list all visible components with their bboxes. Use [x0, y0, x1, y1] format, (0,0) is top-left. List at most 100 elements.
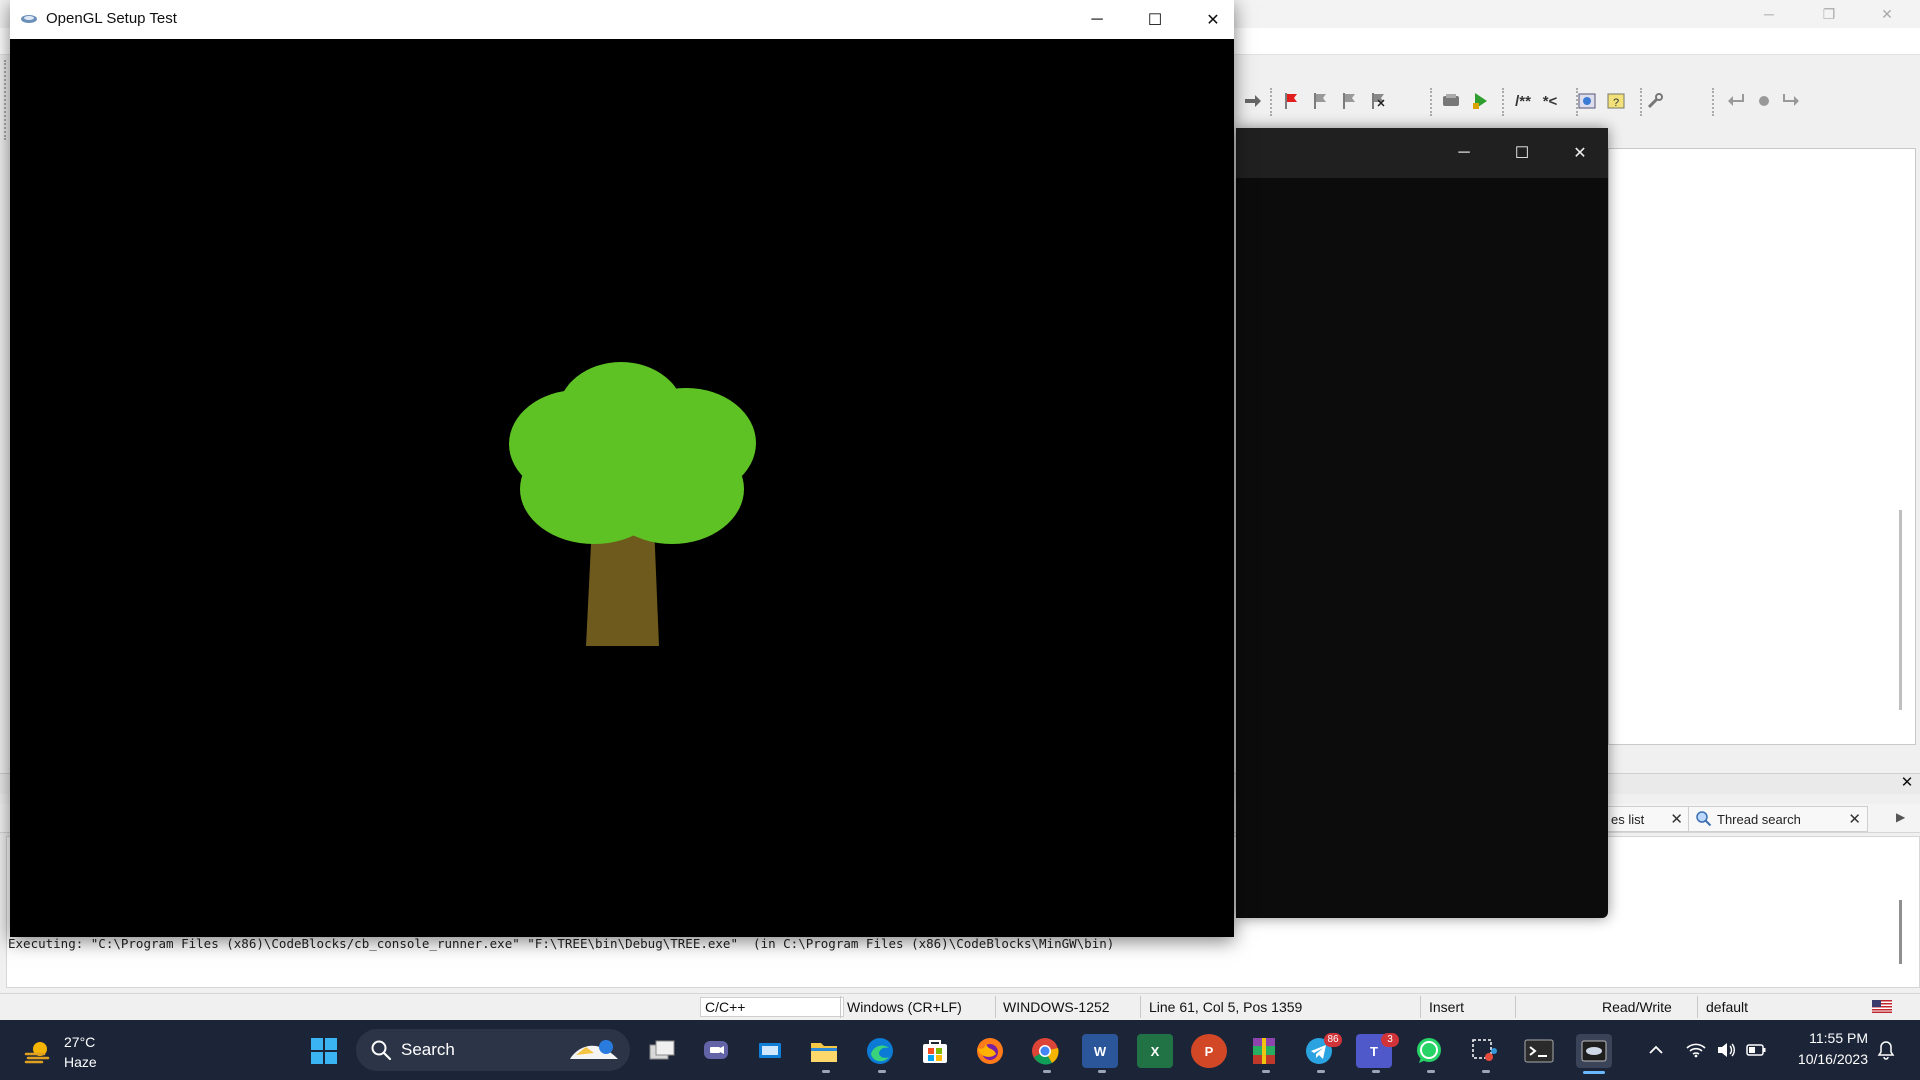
running-indicator [1482, 1070, 1490, 1073]
clock-time[interactable]: 11:55 PM [1790, 1030, 1868, 1046]
console-minimize-button[interactable]: ─ [1441, 138, 1487, 168]
snipping-tool-icon[interactable] [1466, 1034, 1502, 1068]
status-separator [1420, 996, 1421, 1018]
chrome-icon[interactable] [1027, 1034, 1063, 1068]
log-tab-label: es list [1611, 811, 1645, 827]
run-icon[interactable] [1468, 88, 1494, 114]
bookmark-clear-icon[interactable] [1365, 88, 1391, 114]
winrar-icon[interactable] [1246, 1034, 1282, 1068]
settings-wrench-icon[interactable] [1642, 88, 1668, 114]
microsoft-store-icon[interactable] [917, 1034, 953, 1068]
editor-scrollbar[interactable] [1899, 510, 1902, 710]
window-title: OpenGL Setup Test [46, 10, 177, 27]
status-language: C/C++ [700, 997, 844, 1017]
opengl-titlebar[interactable]: OpenGL Setup Test ─ ☐ ✕ [10, 0, 1234, 39]
windows-start-icon[interactable] [306, 1034, 342, 1068]
opengl-canvas [10, 39, 1234, 937]
bookmark-next-icon[interactable] [1336, 88, 1362, 114]
whatsapp-icon[interactable] [1411, 1034, 1447, 1068]
code-editor[interactable] [1608, 148, 1916, 745]
build-log-exec-line: Executing: "C:\Program Files (x86)\CodeB… [8, 936, 1115, 951]
opengl-minimize-button[interactable]: ─ [1069, 0, 1125, 39]
console-close-button[interactable]: ✕ [1557, 138, 1603, 168]
opengl-window[interactable]: OpenGL Setup Test ─ ☐ ✕ [10, 0, 1234, 937]
us-flag-icon [1872, 1000, 1892, 1013]
html-doc-icon[interactable] [1574, 88, 1600, 114]
opengl-maximize-button[interactable]: ☐ [1127, 0, 1183, 39]
status-cursor-position: Line 61, Col 5, Pos 1359 [1149, 999, 1303, 1015]
status-separator [840, 996, 841, 1018]
windows-taskbar [0, 1020, 1920, 1080]
taskbar-search-box[interactable]: Search [356, 1029, 630, 1071]
toolbar-grip[interactable] [1270, 88, 1275, 116]
running-indicator [1317, 1070, 1325, 1073]
toolbar-grip[interactable] [1502, 88, 1507, 116]
flag-icon[interactable] [1278, 88, 1304, 114]
terminal-icon[interactable] [1521, 1034, 1557, 1068]
tab-scroll-right-icon[interactable]: ▶ [1896, 810, 1905, 824]
status-separator [1140, 996, 1141, 1018]
doxygen-comment-icon[interactable]: /** [1508, 88, 1538, 114]
excel-icon[interactable]: X [1137, 1034, 1173, 1068]
running-indicator [1372, 1070, 1380, 1073]
nav-forward-icon[interactable] [1779, 88, 1805, 114]
log-tab-thread-search[interactable]: Thread search ✕ [1688, 806, 1868, 832]
status-encoding: WINDOWS-1252 [1003, 999, 1110, 1015]
task-view-icon[interactable] [644, 1034, 680, 1068]
close-icon[interactable]: ✕ [1670, 810, 1683, 828]
ide-close-button[interactable]: ✕ [1858, 0, 1916, 28]
clock-date[interactable]: 10/16/2023 [1782, 1051, 1868, 1067]
search-icon [370, 1039, 392, 1061]
running-indicator [1043, 1070, 1051, 1073]
edge-browser-icon[interactable] [862, 1034, 898, 1068]
console-maximize-button[interactable]: ☐ [1499, 138, 1545, 168]
toolbar-grip[interactable] [1712, 88, 1717, 116]
status-insert-mode: Insert [1429, 999, 1465, 1015]
log-scrollbar[interactable] [1899, 900, 1902, 964]
help-doc-icon[interactable]: ? [1603, 88, 1629, 114]
build-icon[interactable] [1438, 88, 1464, 114]
ide-minimize-button[interactable]: ─ [1740, 0, 1798, 28]
search-label: Search [401, 1040, 455, 1059]
chevron-up-icon[interactable] [1646, 1040, 1666, 1060]
word-icon[interactable]: W [1082, 1034, 1118, 1068]
powerpoint-icon[interactable]: P [1191, 1034, 1227, 1068]
weather-widget[interactable]: 27°C Haze [24, 1032, 114, 1072]
log-tab-files-list[interactable]: es list ✕ [1606, 806, 1690, 832]
status-line-endings: Windows (CR+LF) [847, 999, 962, 1015]
status-separator [995, 996, 996, 1018]
remote-desktop-icon[interactable] [752, 1034, 788, 1068]
app-icon [20, 12, 37, 26]
arrow-right-icon[interactable] [1240, 88, 1266, 114]
console-window[interactable]: ─ ☐ ✕ [1236, 128, 1608, 918]
teams-chat-icon[interactable] [698, 1034, 734, 1068]
bookmark-prev-icon[interactable] [1307, 88, 1333, 114]
notification-bell-icon[interactable] [1876, 1040, 1896, 1060]
opengl-close-button[interactable]: ✕ [1185, 0, 1241, 39]
active-app-indicator [1583, 1071, 1605, 1074]
weather-temperature: 27°C [64, 1034, 96, 1050]
running-indicator [1262, 1070, 1270, 1073]
console-titlebar[interactable]: ─ ☐ ✕ [1236, 128, 1608, 178]
nav-dot-icon[interactable] [1751, 88, 1777, 114]
status-profile: default [1706, 999, 1749, 1015]
nav-back-icon[interactable] [1722, 88, 1748, 114]
status-separator [1697, 996, 1698, 1018]
logs-close-icon[interactable]: ✕ [1898, 775, 1916, 791]
telegram-unread-badge: 86 [1324, 1033, 1342, 1047]
battery-icon[interactable] [1746, 1040, 1766, 1060]
firefox-icon[interactable] [972, 1034, 1008, 1068]
wifi-icon[interactable] [1686, 1040, 1706, 1060]
status-read-write: Read/Write [1602, 999, 1672, 1015]
file-explorer-icon[interactable] [806, 1034, 842, 1068]
close-icon[interactable]: ✕ [1848, 810, 1861, 828]
toolbar-grip[interactable] [1430, 88, 1435, 116]
ide-restore-button[interactable]: ❐ [1800, 0, 1858, 28]
running-indicator [1098, 1070, 1106, 1073]
haze-weather-icon [24, 1038, 54, 1066]
volume-icon[interactable] [1716, 1040, 1736, 1060]
doxygen-inline-icon[interactable]: *< [1537, 88, 1563, 114]
running-indicator [822, 1070, 830, 1073]
log-tab-label: Thread search [1717, 811, 1801, 827]
codeblocks-icon[interactable] [1576, 1034, 1612, 1068]
